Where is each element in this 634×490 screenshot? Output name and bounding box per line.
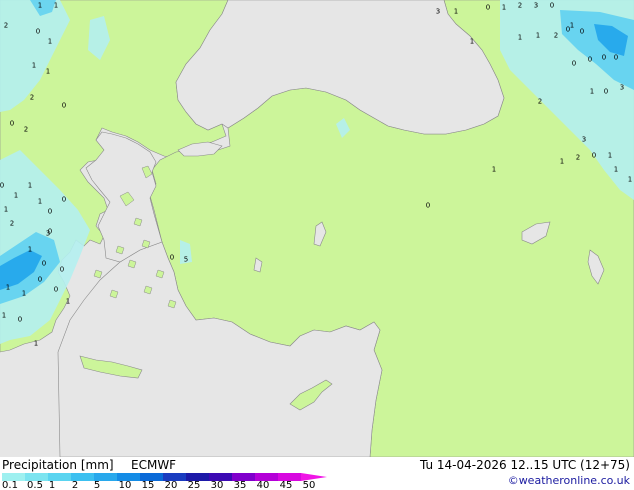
precip-value-label: 0 bbox=[35, 27, 41, 36]
precip-value-label: 1 bbox=[5, 283, 11, 292]
colorbar-labels: 0.1 0.5 1 2 5 10 15 20 25 30 35 40 45 50 bbox=[0, 480, 340, 490]
precip-value-label: 1 bbox=[27, 181, 33, 190]
colorbar-label: 0.5 bbox=[27, 480, 43, 490]
precip-value-label: 0 bbox=[41, 259, 47, 268]
precip-value-label: 0 bbox=[571, 59, 577, 68]
precip-value-label: 2 bbox=[9, 219, 15, 228]
credit-text[interactable]: ©weatheronline.co.uk bbox=[508, 474, 630, 487]
precip-value-label: 1 bbox=[45, 67, 51, 76]
precip-value-label: 0 bbox=[17, 315, 23, 324]
precip-value-label: 1 bbox=[607, 151, 613, 160]
precip-value-label: 1 bbox=[1, 311, 7, 320]
precip-value-label: 3 bbox=[533, 1, 539, 10]
precip-value-label: 2 bbox=[537, 97, 543, 106]
colorbar-label: 40 bbox=[256, 480, 270, 490]
precip-value-label: 0 bbox=[169, 253, 175, 262]
precip-value-label: 1 bbox=[27, 245, 33, 254]
precip-value-label: 3 bbox=[581, 135, 587, 144]
precip-value-label: 1 bbox=[613, 165, 619, 174]
colorbar-label: 35 bbox=[233, 480, 247, 490]
precip-value-label: 1 bbox=[627, 175, 633, 184]
precip-value-label: 1 bbox=[559, 157, 565, 166]
precip-value-label: 0 bbox=[591, 151, 597, 160]
precipitation-forecast-map: 1120111202011101000111030105310123010111… bbox=[0, 0, 634, 490]
legend-title: Precipitation [mm] bbox=[2, 458, 114, 472]
precip-value-label: 0 bbox=[9, 119, 15, 128]
precip-value-label: 3 bbox=[619, 83, 625, 92]
precip-value-label: 3 bbox=[45, 229, 51, 238]
precip-value-label: 2 bbox=[575, 153, 581, 162]
precip-value-label: 0 bbox=[53, 285, 59, 294]
precip-value-label: 0 bbox=[603, 87, 609, 96]
precip-value-label: 1 bbox=[589, 87, 595, 96]
precip-value-label: 1 bbox=[31, 61, 37, 70]
precip-value-label: 2 bbox=[517, 1, 523, 10]
colorbar-label: 25 bbox=[187, 480, 201, 490]
legend-bar: Precipitation [mm] ECMWF Tu 14-04-2026 1… bbox=[0, 457, 634, 490]
precip-value-label: 1 bbox=[3, 205, 9, 214]
colorbar-label: 5 bbox=[93, 480, 101, 490]
precip-value-label: 1 bbox=[37, 1, 43, 10]
colorbar-label: 50 bbox=[302, 480, 316, 490]
precip-value-label: 0 bbox=[549, 1, 555, 10]
precip-value-label: 1 bbox=[53, 1, 59, 10]
precip-value-label: 2 bbox=[23, 125, 29, 134]
colorbar-label: 15 bbox=[141, 480, 155, 490]
map-canvas bbox=[0, 0, 634, 457]
precip-value-label: 1 bbox=[535, 31, 541, 40]
precip-value-label: 1 bbox=[47, 37, 53, 46]
precip-value-label: 0 bbox=[61, 101, 67, 110]
model-name: ECMWF bbox=[131, 458, 177, 472]
colorbar-label: 45 bbox=[279, 480, 293, 490]
precip-value-label: 3 bbox=[435, 7, 441, 16]
precip-value-label: 1 bbox=[491, 165, 497, 174]
precip-value-label: 0 bbox=[47, 207, 53, 216]
precip-value-label: 1 bbox=[569, 21, 575, 30]
precip-value-label: 1 bbox=[517, 33, 523, 42]
precip-value-label: 2 bbox=[553, 31, 559, 40]
colorbar-label: 10 bbox=[118, 480, 132, 490]
precip-value-label: 1 bbox=[21, 289, 27, 298]
precip-value-label: 0 bbox=[613, 53, 619, 62]
precip-value-label: 0 bbox=[579, 27, 585, 36]
colorbar-label: 2 bbox=[71, 480, 79, 490]
precip-value-label: 0 bbox=[425, 201, 431, 210]
precip-value-label: 1 bbox=[501, 3, 507, 12]
precip-value-label: 1 bbox=[469, 37, 475, 46]
precip-value-label: 1 bbox=[37, 197, 43, 206]
precip-value-label: 0 bbox=[0, 181, 5, 190]
precip-value-label: 0 bbox=[587, 55, 593, 64]
precip-value-label: 2 bbox=[29, 93, 35, 102]
precip-value-label: 0 bbox=[565, 25, 571, 34]
colorbar-label: 20 bbox=[164, 480, 178, 490]
precip-value-label: 0 bbox=[37, 275, 43, 284]
colorbar-label: 30 bbox=[210, 480, 224, 490]
precip-value-label: 0 bbox=[59, 265, 65, 274]
precip-value-label: 0 bbox=[485, 3, 491, 12]
precip-value-label: 5 bbox=[183, 255, 189, 264]
precip-value-label: 1 bbox=[453, 7, 459, 16]
precip-value-label: 1 bbox=[13, 191, 19, 200]
precip-value-label: 1 bbox=[33, 339, 39, 348]
colorbar-label: 0.1 bbox=[2, 480, 18, 490]
precip-value-label: 0 bbox=[601, 53, 607, 62]
precip-value-label: 1 bbox=[65, 297, 71, 306]
colorbar-label: 1 bbox=[48, 480, 56, 490]
precip-value-label: 2 bbox=[3, 21, 9, 30]
map-area: 1120111202011101000111030105310123010111… bbox=[0, 0, 634, 457]
valid-time: Tu 14-04-2026 12..15 UTC (12+75) bbox=[419, 458, 630, 472]
precip-value-label: 0 bbox=[61, 195, 67, 204]
